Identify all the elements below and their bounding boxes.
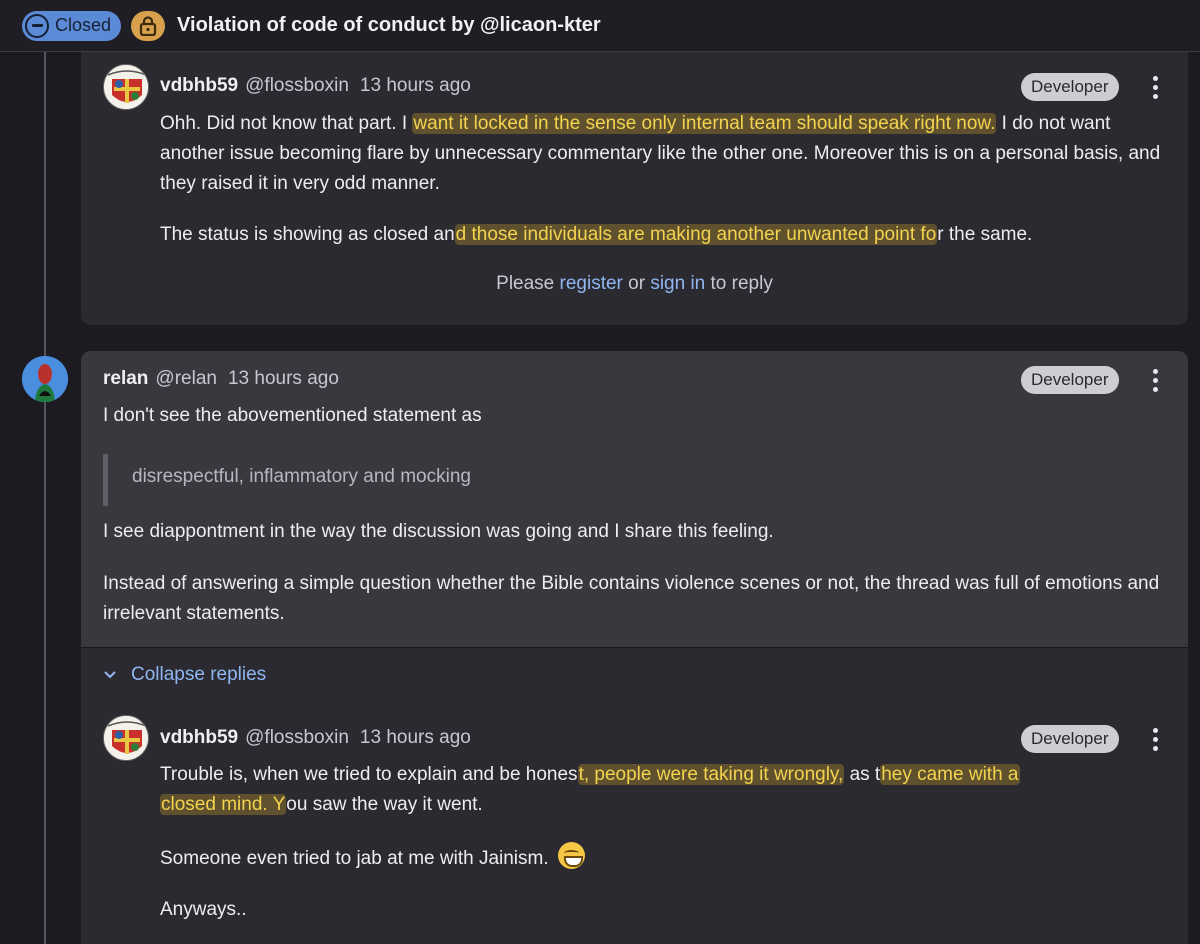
text-segment: r the same. [937,224,1033,245]
reply-prompt-text: Please [496,273,560,294]
comment-paragraph: Trouble is, when we tried to explain and… [160,760,1160,820]
more-options-icon[interactable] [1145,73,1165,101]
reply-prompt: Please register or sign in to reply [81,273,1188,295]
comment-paragraph: Ohh. Did not know that part. I want it l… [160,109,1180,199]
lock-icon [131,10,166,41]
highlighted-text: hey came with a [880,764,1020,785]
author-handle: @relan [155,368,217,389]
highlighted-text: want it locked in the sense only interna… [412,113,997,134]
collapse-replies-label: Collapse replies [131,664,267,685]
author-name[interactable]: relan [103,368,148,390]
author-handle: @flossboxin [245,727,349,748]
comment-paragraph: The status is showing as closed and thos… [160,220,1180,250]
comment-paragraph: I don't see the abovementioned statement… [103,405,482,426]
divider [81,647,1188,648]
comment-meta: vdbhb59 @flossboxin 13 hours ago [160,75,471,97]
more-options-icon[interactable] [1145,366,1165,394]
highlighted-text: t, people were taking it wrongly, [577,764,845,785]
text-segment: Someone even tried to jab at me with Jai… [160,848,549,869]
role-badge: Developer [1021,73,1119,101]
issue-header: Closed Violation of code of conduct by @… [0,0,1200,52]
avatar[interactable] [103,715,149,761]
role-badge: Developer [1021,725,1119,753]
closed-icon [25,13,49,38]
sign-in-link[interactable]: sign in [650,273,705,294]
comment-meta: vdbhb59 @flossboxin 13 hours ago [160,727,471,749]
role-badge: Developer [1021,366,1119,394]
issue-title: Violation of code of conduct by @licaon-… [177,14,601,36]
timestamp[interactable]: 13 hours ago [360,727,471,749]
author-name[interactable]: vdbhb59 [160,75,238,97]
register-link[interactable]: register [560,273,623,294]
author-name[interactable]: vdbhb59 [160,727,238,749]
author-handle: @flossboxin [245,75,349,96]
avatar[interactable] [22,356,68,402]
comment-paragraph: I see diappontment in the way the discus… [103,521,774,542]
quote-text: disrespectful, inflammatory and mocking [132,466,471,487]
grinning-face-emoji-icon [557,842,585,869]
avatar[interactable] [103,64,149,110]
timestamp[interactable]: 13 hours ago [360,75,471,97]
reply-prompt-text: to reply [705,273,773,294]
text-segment: as t [844,764,881,785]
comment-meta: relan @relan 13 hours ago [103,368,339,390]
chevron-down-icon [104,671,116,679]
text-segment: The status is showing as closed an [160,224,455,245]
reply-prompt-text: or [622,273,651,294]
timestamp[interactable]: 13 hours ago [228,368,339,390]
text-segment: Ohh. Did not know that part. I [160,113,413,134]
comment-paragraph: Instead of answering a simple question w… [103,573,1160,624]
text-segment: ou saw the way it went. [286,794,483,815]
status-badge: Closed [22,10,122,41]
thread-line [44,52,46,944]
blockquote: disrespectful, inflammatory and mocking [103,454,703,506]
more-options-icon[interactable] [1145,725,1165,753]
text-segment: Trouble is, when we tried to explain and… [160,764,578,785]
collapse-replies-button[interactable]: Collapse replies [103,664,266,686]
highlighted-text: d those individuals are making another u… [454,224,938,245]
comment-paragraph: Someone even tried to jab at me with Jai… [160,842,1160,874]
highlighted-text: closed mind. Y [160,794,287,815]
status-label: Closed [55,15,112,35]
comment-paragraph: Anyways.. [160,899,247,920]
